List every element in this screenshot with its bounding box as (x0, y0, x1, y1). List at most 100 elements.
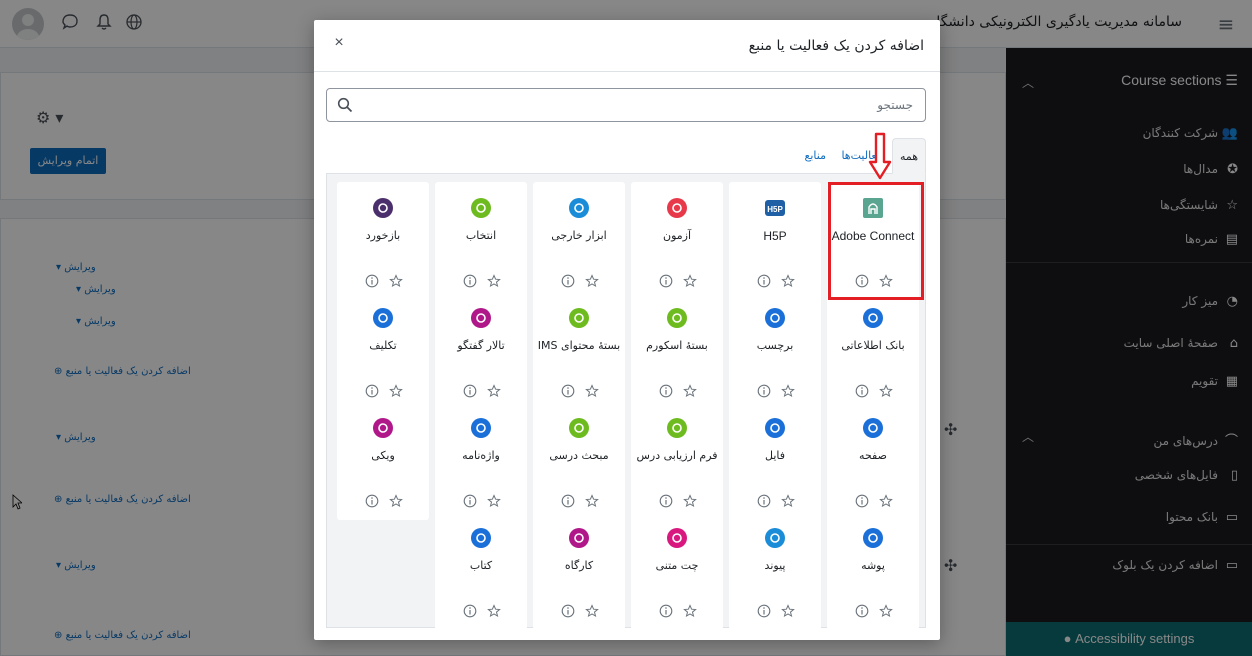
activity-tile[interactable]: برچسب (729, 292, 821, 410)
info-icon[interactable] (561, 274, 575, 288)
star-icon[interactable] (585, 604, 599, 618)
info-icon[interactable] (659, 384, 673, 398)
activity-tile[interactable]: کارگاه (533, 512, 625, 630)
star-icon[interactable] (683, 604, 697, 618)
adobe-connect-icon (863, 198, 883, 218)
activity-tile[interactable]: بستهٔ محتوای IMS (533, 292, 625, 410)
star-icon[interactable] (683, 274, 697, 288)
info-icon[interactable] (757, 604, 771, 618)
star-icon[interactable] (389, 384, 403, 398)
activity-name: مبحث درسی (549, 449, 609, 462)
star-icon[interactable] (487, 604, 501, 618)
star-icon[interactable] (487, 384, 501, 398)
info-icon[interactable] (365, 274, 379, 288)
star-icon[interactable] (683, 384, 697, 398)
star-icon[interactable] (781, 384, 795, 398)
info-icon[interactable] (561, 604, 575, 618)
activity-tile[interactable]: بانک اطلاعاتی (827, 292, 919, 410)
tile-actions (729, 604, 821, 620)
star-icon[interactable] (879, 384, 893, 398)
star-icon[interactable] (389, 274, 403, 288)
star-icon[interactable] (487, 494, 501, 508)
tile-actions (631, 494, 723, 510)
info-icon[interactable] (561, 384, 575, 398)
info-icon[interactable] (463, 384, 477, 398)
info-icon[interactable] (463, 604, 477, 618)
activity-tile[interactable]: تالار گفتگو (435, 292, 527, 410)
star-icon[interactable] (487, 274, 501, 288)
star-icon[interactable] (781, 494, 795, 508)
activity-tile[interactable]: بازخورد (337, 182, 429, 300)
tab-activities[interactable]: فعالیت‌ها (841, 138, 882, 174)
activity-tile[interactable]: تکلیف (337, 292, 429, 410)
activity-name: چت متنی (655, 559, 699, 572)
info-icon[interactable] (757, 274, 771, 288)
info-icon[interactable] (561, 494, 575, 508)
tile-actions (827, 494, 919, 510)
tab-resources[interactable]: منابع (805, 138, 826, 174)
activity-name: بازخورد (365, 229, 401, 242)
close-icon[interactable]: × (328, 32, 350, 54)
activity-tile[interactable]: پیوند (729, 512, 821, 630)
info-icon[interactable] (855, 384, 869, 398)
book-icon (471, 528, 491, 548)
activity-tile[interactable]: واژه‌نامه (435, 402, 527, 520)
info-icon[interactable] (659, 604, 673, 618)
activity-tile[interactable]: ویکی (337, 402, 429, 520)
star-icon[interactable] (879, 274, 893, 288)
tile-actions (435, 604, 527, 620)
activity-name: پوشه (861, 559, 885, 572)
activity-tile[interactable]: فرم ارزیابی درس (631, 402, 723, 520)
url-icon (765, 528, 785, 548)
tile-actions (827, 384, 919, 400)
activity-name: ویکی (371, 449, 395, 462)
info-icon[interactable] (659, 494, 673, 508)
tile-actions (533, 494, 625, 510)
activity-tile[interactable]: فایل (729, 402, 821, 520)
activity-tile[interactable]: H5P H5P (729, 182, 821, 300)
scorm-icon (667, 308, 687, 328)
info-icon[interactable] (463, 494, 477, 508)
info-icon[interactable] (659, 274, 673, 288)
info-icon[interactable] (365, 384, 379, 398)
activity-tile[interactable]: صفحه (827, 402, 919, 520)
activity-tile[interactable]: چت متنی (631, 512, 723, 630)
info-icon[interactable] (855, 494, 869, 508)
activity-grid: Adobe Connect H5P H5P آزمون ابزار خارجی انتخا… (326, 174, 926, 630)
survey-icon (667, 418, 687, 438)
star-icon[interactable] (389, 494, 403, 508)
info-icon[interactable] (855, 604, 869, 618)
activity-tile[interactable]: پوشه (827, 512, 919, 630)
star-icon[interactable] (879, 494, 893, 508)
info-icon[interactable] (463, 274, 477, 288)
info-icon[interactable] (365, 494, 379, 508)
activity-name: بانک اطلاعاتی (841, 339, 905, 352)
info-icon[interactable] (757, 494, 771, 508)
info-icon[interactable] (855, 274, 869, 288)
activity-tile[interactable]: ابزار خارجی (533, 182, 625, 300)
tile-actions (729, 494, 821, 510)
category-tabs: همه فعالیت‌ها منابع (326, 138, 926, 174)
activity-tile[interactable]: آزمون (631, 182, 723, 300)
activity-name: تالار گفتگو (457, 339, 505, 352)
tab-all[interactable]: همه (892, 138, 926, 174)
star-icon[interactable] (585, 274, 599, 288)
star-icon[interactable] (879, 604, 893, 618)
star-icon[interactable] (683, 494, 697, 508)
activity-tile[interactable]: Adobe Connect (827, 182, 919, 300)
star-icon[interactable] (585, 494, 599, 508)
star-icon[interactable] (781, 604, 795, 618)
search-icon[interactable] (337, 97, 353, 113)
activity-name: کارگاه (564, 559, 594, 572)
star-icon[interactable] (585, 384, 599, 398)
activity-tile[interactable]: بستهٔ اسکورم (631, 292, 723, 410)
activity-tile[interactable]: انتخاب (435, 182, 527, 300)
modal-header: اضافه کردن یک فعالیت یا منبع × (314, 20, 940, 72)
info-icon[interactable] (757, 384, 771, 398)
activity-tile[interactable]: کتاب (435, 512, 527, 630)
star-icon[interactable] (781, 274, 795, 288)
tile-actions (337, 494, 429, 510)
activity-name: H5P (763, 229, 787, 243)
search-input[interactable] (365, 89, 925, 121)
activity-tile[interactable]: مبحث درسی (533, 402, 625, 520)
